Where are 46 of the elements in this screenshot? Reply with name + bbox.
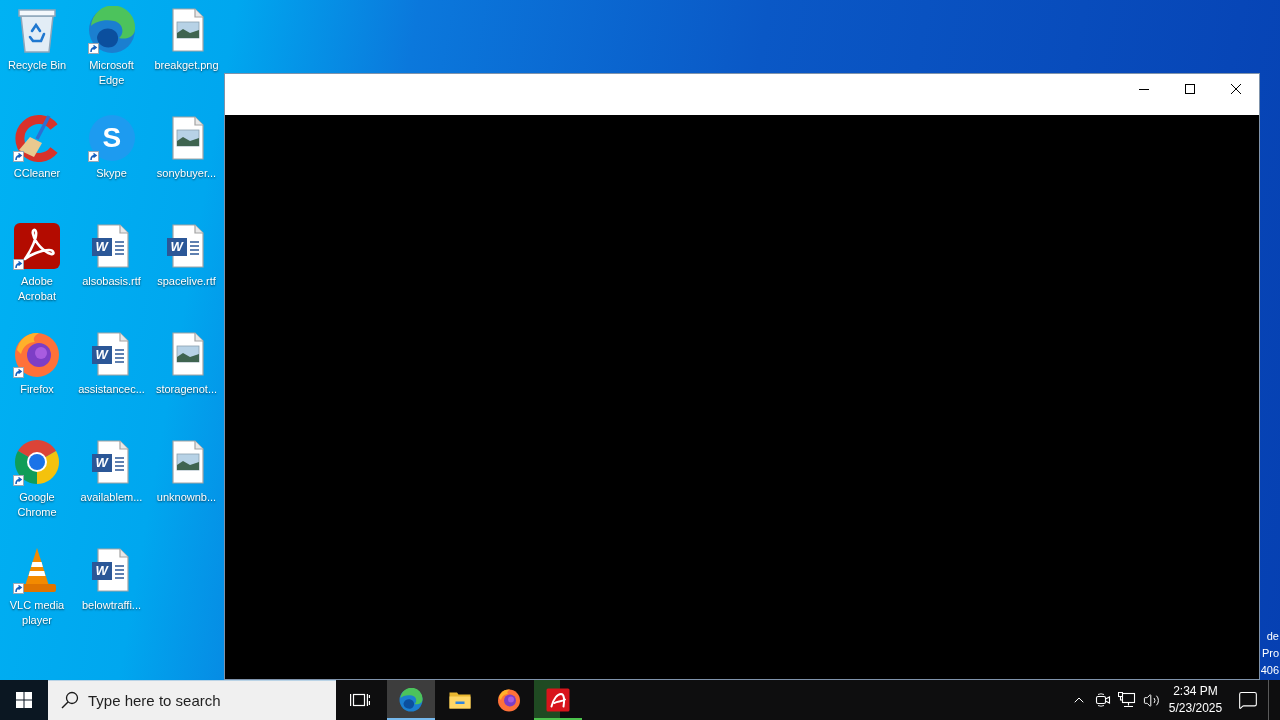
logo-letter: W [170,240,183,254]
icon-label[interactable]: breakget.png [151,58,222,73]
notification-icon [1238,690,1258,710]
icon-label[interactable]: alsobasis.rtf [76,274,147,289]
system-info-text: 406 [1260,663,1279,678]
icon-label[interactable]: Firefox [2,382,72,397]
icon-label[interactable]: availablem... [76,490,147,505]
icon-label[interactable]: sonybuyer... [151,166,222,181]
icon-label[interactable]: storagenot... [151,382,222,397]
logo-letter: S [102,123,122,153]
system-info-text: de [1266,629,1279,644]
start-button[interactable] [0,680,48,720]
speaker-icon [1142,691,1160,709]
icon-label[interactable]: spacelive.rtf [151,274,222,289]
windows-logo-icon [16,692,32,708]
minimize-icon [1139,88,1149,90]
taskbar-button[interactable] [534,680,582,720]
task-view-icon [350,692,370,708]
icon-label[interactable]: Microsoft Edge [76,58,147,88]
search-field[interactable]: Type here to search [48,680,336,720]
globe-logo-icon[interactable] [13,330,61,378]
segmented-circle-logo-icon[interactable] [13,438,61,486]
tile-logo-icon[interactable] [13,222,61,270]
globe-logo-icon [497,688,521,712]
icon-label[interactable]: belowtraffi... [76,598,147,613]
icon-label[interactable]: Skype [76,166,147,181]
icon-label[interactable]: VLC media player [2,598,72,628]
network-icon [1118,692,1136,708]
icon-label[interactable]: Adobe Acrobat [2,274,72,304]
icon-label[interactable]: unknownb... [151,490,222,505]
system-info-text: Pro [1261,646,1279,661]
circle-logo-icon[interactable] [87,114,136,162]
logo-letter: W [95,564,108,578]
close-icon [1231,84,1241,94]
swirl-logo-icon [399,688,423,712]
swirl-logo-icon[interactable] [87,6,136,54]
icon-label[interactable]: Google Chrome [2,490,72,520]
camera-icon [1095,693,1111,707]
search-icon [61,691,79,709]
clock-button[interactable]: 2:34 PM 5/23/2025 [1163,680,1228,720]
logo-letter: W [95,456,108,470]
icon-label[interactable]: assistancec... [76,382,147,397]
logo-letter: W [95,240,108,254]
icon-label[interactable]: CCleaner [2,166,72,181]
logo-letter: W [95,348,108,362]
icon-label[interactable]: Recycle Bin [2,58,72,73]
